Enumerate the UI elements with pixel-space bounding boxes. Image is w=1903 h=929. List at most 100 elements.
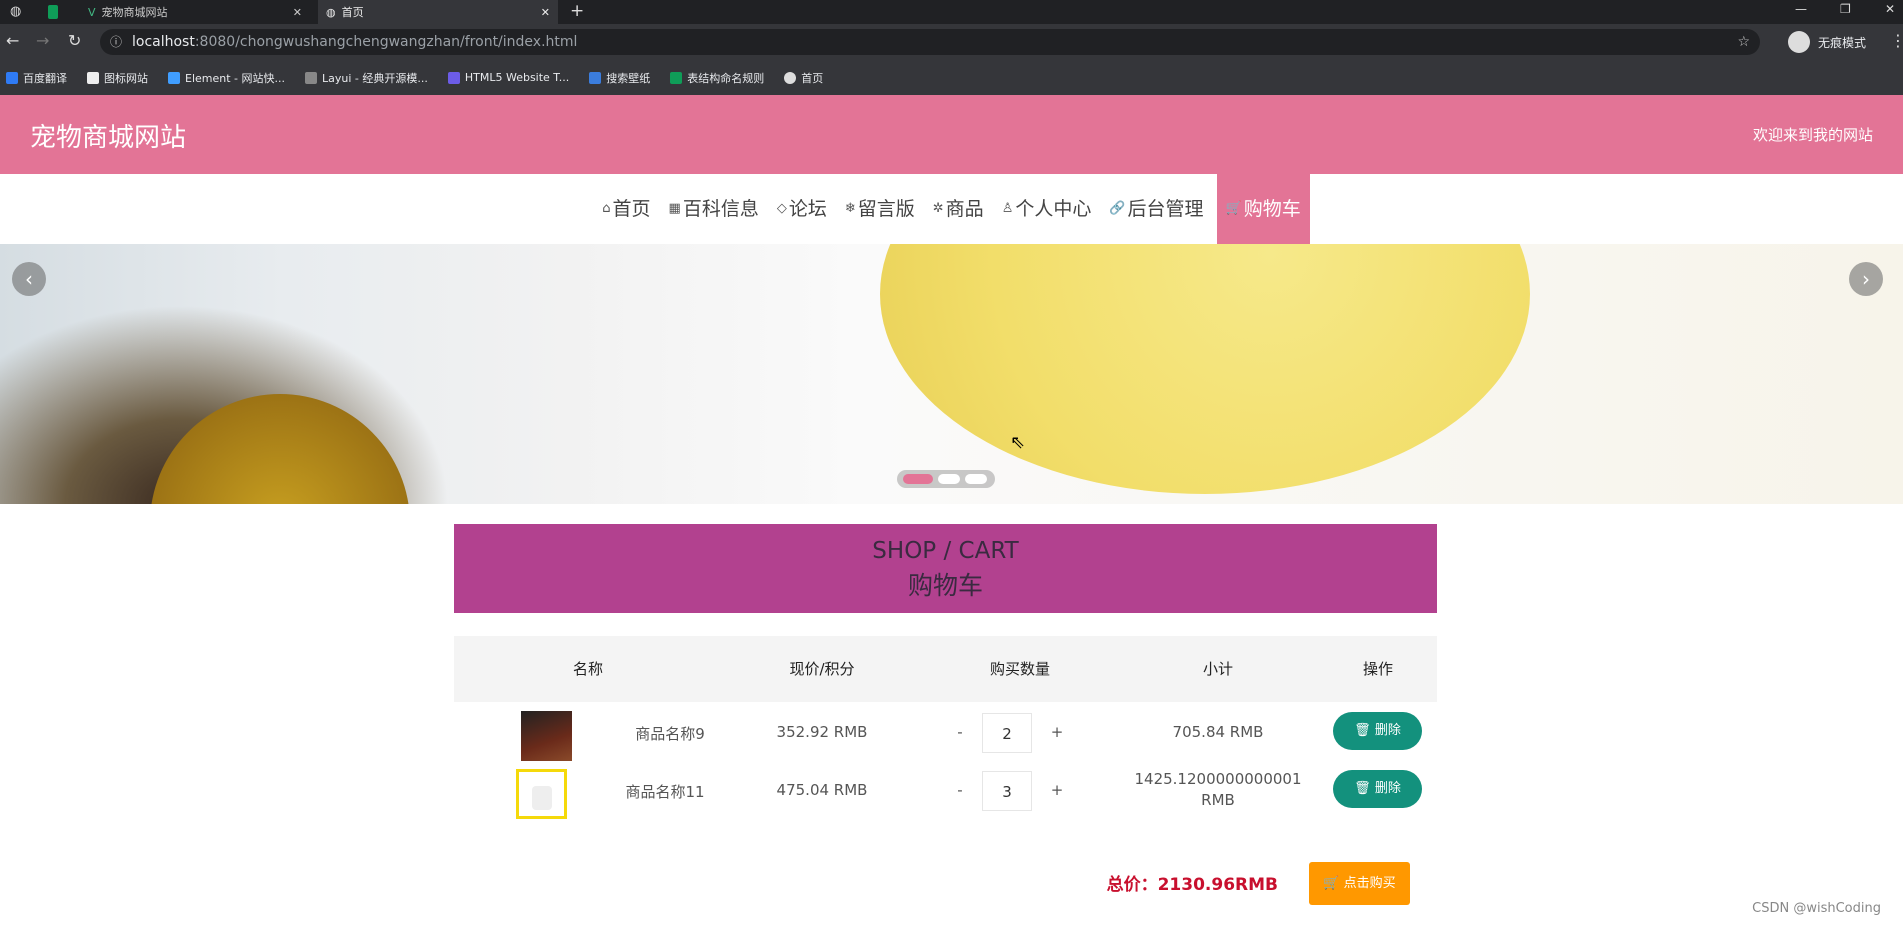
address-bar-row: ← → ↻ ⓘ localhost:8080/chongwushangchengw… — [0, 24, 1903, 60]
cart-table-header: 名称 现价/积分 购买数量 小计 操作 — [454, 636, 1437, 702]
bookmark[interactable]: Layui - 经典开源模... — [305, 70, 428, 86]
nav-encyclopedia[interactable]: ▦ 百科信息 — [660, 174, 768, 244]
qty-input[interactable]: 2 — [982, 713, 1032, 753]
section-title: SHOP / CART 购物车 — [454, 524, 1437, 613]
trash-icon: 🗑 — [1354, 723, 1371, 738]
sheet-tab-icon[interactable] — [48, 5, 58, 19]
total-price: 总价：2130.96RMB — [1106, 875, 1278, 895]
incognito-icon — [1788, 31, 1810, 53]
product-name[interactable]: 商品名称11 — [625, 781, 704, 802]
grid-icon: ▦ — [668, 201, 681, 216]
col-actions: 操作 — [1362, 660, 1394, 678]
row-subtotal-unit: RMB — [1201, 791, 1235, 809]
trash-icon: 🗑 — [1354, 781, 1371, 796]
forward-button[interactable]: → — [36, 31, 49, 50]
info-icon: ⓘ — [110, 35, 123, 49]
buy-button[interactable]: 🛒 点击购买 — [1309, 862, 1410, 905]
bookmark[interactable]: HTML5 Website T... — [447, 71, 569, 84]
bookmark-icon — [670, 71, 683, 84]
carousel-dot[interactable] — [938, 474, 960, 484]
restore-button[interactable]: ❐ — [1840, 2, 1851, 16]
globe-icon[interactable]: ◍ — [10, 4, 21, 19]
close-icon[interactable]: ✕ — [541, 6, 550, 19]
bookmark-icon — [589, 71, 602, 84]
carousel-next-button[interactable]: › — [1849, 262, 1883, 296]
col-qty: 购买数量 — [989, 660, 1051, 678]
site-title[interactable]: 宠物商城网站 — [30, 117, 186, 154]
new-tab-button[interactable]: + — [570, 1, 584, 21]
row-subtotal: 705.84 RMB — [1172, 723, 1264, 741]
home-icon: ⌂ — [602, 201, 611, 216]
reload-button[interactable]: ↻ — [68, 31, 81, 50]
col-name: 名称 — [572, 660, 604, 678]
delete-button[interactable]: 🗑 删除 — [1333, 712, 1422, 750]
vue-icon: V — [88, 5, 96, 19]
tag-icon: ◇ — [776, 201, 787, 216]
product-thumbnail[interactable] — [521, 711, 572, 761]
profile-label[interactable]: 无痕模式 — [1818, 34, 1866, 51]
bookmark-icon — [87, 71, 99, 84]
star-icon[interactable]: ☆ — [1737, 29, 1750, 55]
carousel-dot-active[interactable] — [903, 474, 933, 484]
site-header: 宠物商城网站 欢迎来到我的网站 — [0, 95, 1903, 174]
watermark: CSDN @wishCoding — [1752, 901, 1881, 916]
goods-icon: ✲ — [932, 201, 944, 216]
title-en: SHOP / CART — [872, 538, 1019, 564]
nav-goods[interactable]: ✲ 商品 — [924, 174, 993, 244]
user-icon: ♙ — [1001, 201, 1014, 216]
bookmark[interactable]: 图标网站 — [87, 70, 148, 86]
bookmark[interactable]: 百度翻译 — [6, 70, 67, 86]
qty-increase-button[interactable]: + — [1051, 781, 1064, 799]
tab-site[interactable]: V 宠物商城网站 ✕ — [80, 0, 310, 24]
bookmark-icon — [305, 71, 317, 84]
cart-icon: 🛒 — [1225, 201, 1242, 216]
mouse-cursor-icon: ⇖ — [1010, 432, 1026, 453]
nav-home[interactable]: ⌂ 首页 — [593, 174, 659, 244]
qty-decrease-button[interactable]: - — [957, 723, 962, 741]
nav-admin[interactable]: 🔗 后台管理 — [1100, 174, 1212, 244]
product-price: 352.92 RMB — [776, 723, 868, 741]
bookmark[interactable]: 首页 — [784, 70, 823, 86]
browser-tab-bar: ◍ V 宠物商城网站 ✕ ◍ 首页 ✕ + — ❐ ✕ — [0, 0, 1903, 24]
carousel-indicators — [897, 470, 995, 488]
globe-icon: ◍ — [326, 5, 336, 19]
bookmark-icon — [168, 71, 180, 84]
bookmark[interactable]: 搜索壁纸 — [589, 70, 650, 86]
nav-cart[interactable]: 🛒 购物车 — [1216, 174, 1310, 244]
tab-home[interactable]: ◍ 首页 ✕ — [318, 0, 558, 24]
row-subtotal: 1425.1200000000001 — [1134, 770, 1302, 788]
bookmark-icon — [6, 71, 18, 84]
qty-increase-button[interactable]: + — [1051, 723, 1064, 741]
close-icon[interactable]: ✕ — [293, 6, 302, 19]
nav-forum[interactable]: ◇ 论坛 — [768, 174, 836, 244]
globe-icon — [784, 71, 797, 84]
cart-row: 商品名称9 352.92 RMB - 2 + 705.84 RMB 🗑 删除 — [454, 703, 1437, 761]
bookmarks-bar: 百度翻译 图标网站 Element - 网站快... Layui - 经典开源模… — [0, 60, 1903, 95]
product-name[interactable]: 商品名称9 — [635, 723, 705, 744]
cart-row: 商品名称11 475.04 RMB - 3 + 1425.12000000000… — [454, 761, 1437, 819]
banner-image-moon — [880, 244, 1530, 494]
close-window-button[interactable]: ✕ — [1885, 2, 1895, 16]
carousel-prev-button[interactable]: ‹ — [12, 262, 46, 296]
title-cn: 购物车 — [907, 571, 983, 600]
tab-title: 宠物商城网站 — [101, 6, 168, 19]
nav-messages[interactable]: ❄ 留言版 — [836, 174, 924, 244]
nav-profile[interactable]: ♙ 个人中心 — [993, 174, 1101, 244]
bookmark[interactable]: 表结构命名规则 — [670, 70, 764, 86]
welcome-text: 欢迎来到我的网站 — [1752, 126, 1873, 144]
carousel: ‹ › ⇖ — [0, 244, 1903, 504]
back-button[interactable]: ← — [6, 31, 19, 50]
url-input[interactable]: ⓘ localhost:8080/chongwushangchengwangzha… — [100, 29, 1760, 55]
snowflake-icon: ❄ — [844, 201, 856, 216]
minimize-button[interactable]: — — [1795, 2, 1807, 16]
main-nav: ⌂ 首页 ▦ 百科信息 ◇ 论坛 ❄ 留言版 ✲ 商品 ♙ 个人中心 🔗 后台管理 🛒 购物车 — [0, 174, 1903, 244]
product-thumbnail[interactable] — [516, 769, 567, 819]
carousel-dot[interactable] — [965, 474, 987, 484]
qty-input[interactable]: 3 — [982, 771, 1032, 811]
tab-title: 首页 — [341, 6, 364, 19]
bookmark[interactable]: Element - 网站快... — [168, 70, 285, 86]
qty-decrease-button[interactable]: - — [957, 781, 962, 799]
link-icon: 🔗 — [1109, 201, 1126, 216]
delete-button[interactable]: 🗑 删除 — [1333, 770, 1422, 808]
menu-icon[interactable]: ⋮ — [1890, 31, 1903, 50]
